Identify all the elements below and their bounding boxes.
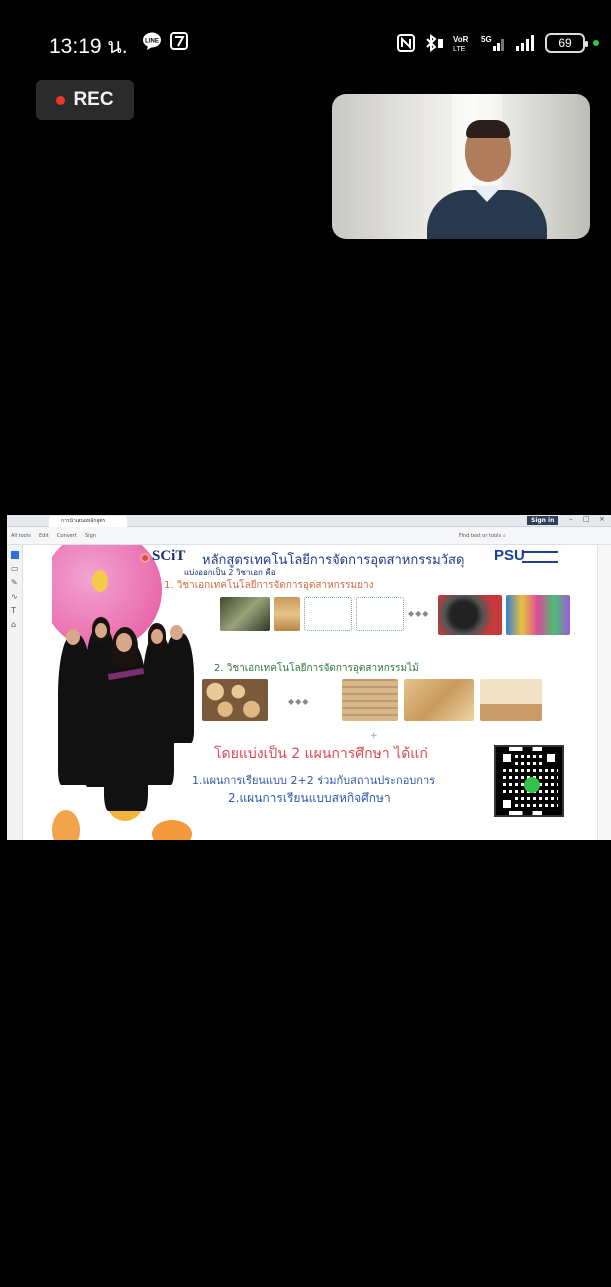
pdf-toolbar: All tools Edit Convert Sign Find text or… [7, 527, 611, 545]
text-tool-icon[interactable]: T [11, 607, 19, 615]
presentation-slide: SCiT หลักสูตรเทคโนโลยีการจัดการอุตสาหกรร… [52, 545, 597, 840]
volte-icon: VoR LTE [453, 35, 469, 52]
battery-icon: 69 [545, 33, 588, 53]
rubber-sheet-image [274, 597, 300, 631]
graduate-face [151, 629, 163, 644]
graduate-face [116, 633, 132, 652]
psu-logo-mark [522, 551, 558, 563]
major-rubber: 1. วิชาเอกเทคโนโลยีการจัดการอุตสาหกรรมยา… [164, 580, 374, 591]
arrow-connector: ◆◆◆ [408, 609, 430, 618]
select-tool-icon[interactable] [11, 551, 19, 559]
qr-code[interactable] [494, 745, 564, 817]
seven-eleven-icon [170, 32, 188, 50]
svg-text:VoR: VoR [453, 35, 469, 44]
signal-5g-icon: 5G [481, 35, 504, 51]
decor-orange-blob [52, 810, 80, 840]
rubber-molecule-image-2 [356, 597, 404, 631]
furniture-image [480, 679, 542, 721]
find-text-box[interactable]: Find text or tools [459, 533, 501, 539]
rubber-tree-image [220, 597, 270, 631]
comment-tool-icon[interactable]: ▭ [11, 565, 19, 573]
status-time: 13:19 น. [49, 35, 128, 58]
pdf-right-toolbar [597, 545, 611, 840]
minimize-icon[interactable]: – [569, 515, 573, 523]
menu-convert[interactable]: Convert [57, 533, 77, 539]
participant-hair [466, 120, 510, 138]
major-wood: 2. วิชาเอกเทคโนโลยีการจัดการอุตสาหกรรมไม… [214, 663, 419, 674]
decor-orange-blob-2 [152, 820, 192, 840]
nfc-icon [397, 34, 415, 52]
graduate-figure [164, 633, 194, 743]
qr-corner [500, 797, 514, 811]
graduate-face [170, 625, 183, 640]
draw-tool-icon[interactable]: ∿ [11, 593, 19, 601]
lumber-image [342, 679, 398, 721]
plywood-image [404, 679, 474, 721]
arrow-connector-2: ◆◆◆ [288, 697, 310, 706]
shared-screen[interactable]: การนำเสนอหลักสูตร Sign in – □ × All tool… [7, 515, 611, 840]
browser-tab[interactable]: การนำเสนอหลักสูตร [49, 516, 127, 527]
study-plan-1: 1.แผนการเรียนแบบ 2+2 ร่วมกับสถานประกอบกา… [192, 774, 436, 787]
rubber-gloves-image [506, 595, 570, 635]
record-dot-icon [56, 95, 66, 105]
line-app-logo-icon [524, 777, 540, 793]
close-icon[interactable]: × [599, 515, 605, 523]
status-bar: 13:19 น. LINE VoR LTE 5G 69 [0, 22, 611, 62]
signal-strength-icon [516, 35, 534, 51]
recording-label: REC [73, 89, 114, 110]
menu-all-tools[interactable]: All tools [11, 533, 31, 539]
study-plans-title: โดยแบ่งเป็น 2 แผนการศึกษา ได้แก่ [214, 746, 428, 762]
scit-logo-text: SCiT [152, 548, 186, 564]
bluetooth-icon [426, 34, 443, 52]
study-plan-2: 2.แผนการเรียนแบบสหกิจศึกษา [228, 791, 391, 805]
menu-sign[interactable]: Sign [85, 533, 96, 539]
line-app-icon: LINE [143, 32, 161, 50]
status-right-icons: VoR LTE 5G 69 [397, 30, 599, 56]
menu-edit[interactable]: Edit [39, 533, 49, 539]
logs-image [202, 679, 268, 721]
graduates-photo [52, 613, 202, 813]
tire-image [438, 595, 502, 635]
qr-pattern [500, 751, 558, 811]
pen-tool-icon[interactable]: ✎ [11, 579, 19, 587]
pdf-left-toolbar: ▭ ✎ ∿ T ⌂ [7, 545, 23, 840]
psu-logo: PSU [494, 547, 525, 564]
plus-sign: + [370, 731, 378, 741]
browser-tab-bar: การนำเสนอหลักสูตร Sign in – □ × [7, 515, 611, 527]
maximize-icon[interactable]: □ [583, 515, 590, 523]
participant-video-tile[interactable] [332, 94, 590, 239]
svg-text:LINE: LINE [145, 39, 159, 45]
decor-yellow-dot [92, 570, 108, 592]
qr-corner [500, 751, 514, 765]
graduate-face [95, 623, 107, 638]
search-icon[interactable]: ⌕ [503, 533, 506, 539]
qr-corner [544, 751, 558, 765]
stamp-tool-icon[interactable]: ⌂ [11, 621, 19, 629]
rubber-molecule-image [304, 597, 352, 631]
sign-in-button[interactable]: Sign in [527, 516, 559, 525]
svg-text:5G: 5G [481, 35, 492, 44]
privacy-indicator-dot [593, 40, 599, 46]
recording-indicator: REC [36, 80, 134, 120]
scit-logo-icon [140, 553, 150, 563]
svg-text:LTE: LTE [453, 46, 466, 52]
graduate-face [66, 629, 80, 645]
